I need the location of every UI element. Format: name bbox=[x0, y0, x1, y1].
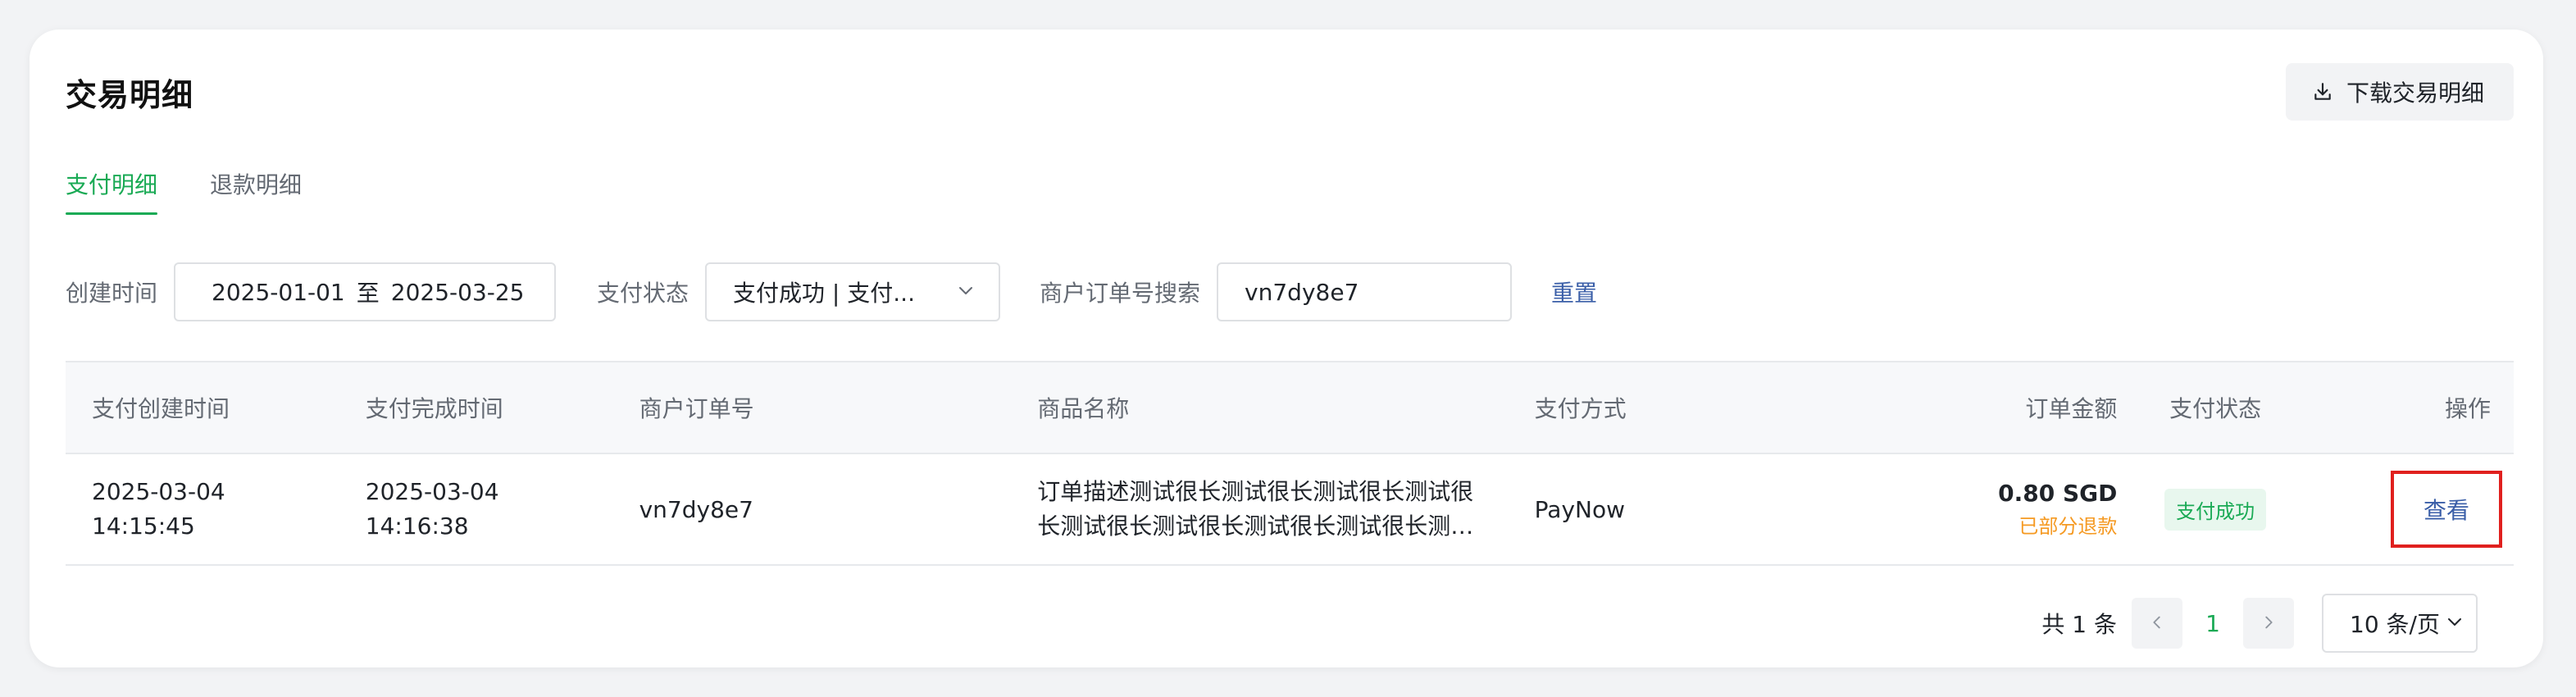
total-count: 共 1 条 bbox=[2041, 611, 2117, 638]
page-number-1[interactable]: 1 bbox=[2182, 610, 2243, 637]
page-title: 交易明细 bbox=[66, 76, 194, 113]
next-page-button[interactable] bbox=[2243, 598, 2294, 649]
order-search-input[interactable]: vn7dy8e7 bbox=[1217, 262, 1513, 321]
date-end[interactable]: 2025-03-25 bbox=[391, 279, 525, 306]
download-details-label: 下载交易明细 bbox=[2346, 80, 2484, 107]
pay-status-select[interactable]: 支付成功 | 支付... bbox=[705, 262, 1001, 321]
pay-status-cell: 支付成功 bbox=[2117, 488, 2314, 531]
page-size-value: 10 条/页 bbox=[2350, 611, 2440, 638]
col-finished-time: 支付完成时间 bbox=[365, 395, 503, 422]
chevron-down-icon bbox=[956, 279, 976, 306]
amount-value: 0.80 SGD bbox=[1998, 480, 2118, 507]
created-time-label: 创建时间 bbox=[66, 280, 158, 307]
payment-table: 支付创建时间 支付完成时间 商户订单号 商品名称 支付方式 订单金额 支付状态 … bbox=[66, 361, 2514, 566]
col-pay-method: 支付方式 bbox=[1534, 395, 1627, 422]
date-separator: 至 bbox=[356, 280, 380, 307]
tab-bar: 支付明细 退款明细 bbox=[66, 167, 302, 215]
finished-date: 2025-03-04 bbox=[365, 478, 499, 505]
date-start[interactable]: 2025-01-01 bbox=[212, 279, 345, 306]
col-action: 操作 bbox=[2444, 395, 2491, 422]
goods-name-cell: 订单描述测试很长测试很长测试很长测试很长测试很长测试很长测试很长测试很长测试很长… bbox=[1011, 475, 1508, 544]
table-row: 2025-03-04 14:15:45 2025-03-04 14:16:38 … bbox=[66, 454, 2514, 566]
col-created-time: 支付创建时间 bbox=[92, 395, 230, 422]
col-amount: 订单金额 bbox=[2025, 395, 2118, 422]
view-button[interactable]: 查看 bbox=[2424, 493, 2469, 526]
status-badge: 支付成功 bbox=[2164, 488, 2267, 531]
amount-cell: 0.80 SGD 已部分退款 bbox=[1841, 476, 2118, 542]
goods-name: 订单描述测试很长测试很长测试很长测试很长测试很长测试很长测试很长测试很长测试很长… bbox=[1037, 478, 1474, 540]
created-date: 2025-03-04 bbox=[92, 478, 225, 505]
finished-time-cell: 2025-03-04 14:16:38 bbox=[339, 475, 613, 544]
tab-payment-details[interactable]: 支付明细 bbox=[66, 167, 158, 215]
view-highlight-box: 查看 bbox=[2390, 471, 2502, 548]
table-header: 支付创建时间 支付完成时间 商户订单号 商品名称 支付方式 订单金额 支付状态 … bbox=[66, 361, 2514, 454]
tab-refund-details[interactable]: 退款明细 bbox=[210, 167, 302, 212]
chevron-down-icon bbox=[2445, 610, 2464, 637]
pagination: 共 1 条 1 10 条/页 bbox=[2041, 594, 2478, 653]
pay-status-label: 支付状态 bbox=[597, 280, 690, 307]
action-cell: 查看 bbox=[2314, 471, 2514, 548]
chevron-right-icon bbox=[2260, 610, 2278, 637]
order-search-value: vn7dy8e7 bbox=[1245, 278, 1359, 306]
created-time-cell: 2025-03-04 14:15:45 bbox=[66, 475, 339, 544]
filter-bar: 创建时间 2025-01-01 至 2025-03-25 支付状态 支付成功 |… bbox=[66, 262, 1597, 321]
reset-button[interactable]: 重置 bbox=[1551, 276, 1597, 308]
col-goods-name: 商品名称 bbox=[1037, 395, 1130, 422]
download-icon bbox=[2312, 81, 2333, 102]
download-details-button[interactable]: 下载交易明细 bbox=[2285, 63, 2514, 121]
order-search-label: 商户订单号搜索 bbox=[1040, 280, 1201, 307]
finished-time: 14:16:38 bbox=[365, 512, 469, 540]
transaction-details-card: 交易明细 下载交易明细 支付明细 退款明细 创建时间 2025-01-01 至 … bbox=[30, 30, 2543, 667]
order-no-cell: vn7dy8e7 bbox=[639, 495, 753, 523]
pay-status-value: 支付成功 | 支付... bbox=[733, 280, 915, 307]
col-order-no: 商户订单号 bbox=[639, 395, 754, 422]
chevron-left-icon bbox=[2148, 610, 2166, 637]
page-size-select[interactable]: 10 条/页 bbox=[2322, 594, 2478, 653]
page-header: 交易明细 下载交易明细 bbox=[66, 62, 2514, 121]
created-time: 14:15:45 bbox=[92, 512, 195, 540]
col-pay-status: 支付状态 bbox=[2169, 395, 2262, 422]
prev-page-button[interactable] bbox=[2132, 598, 2182, 649]
pay-method-cell: PayNow bbox=[1534, 495, 1625, 523]
date-range-picker[interactable]: 2025-01-01 至 2025-03-25 bbox=[174, 262, 557, 321]
refund-status: 已部分退款 bbox=[2018, 515, 2118, 538]
